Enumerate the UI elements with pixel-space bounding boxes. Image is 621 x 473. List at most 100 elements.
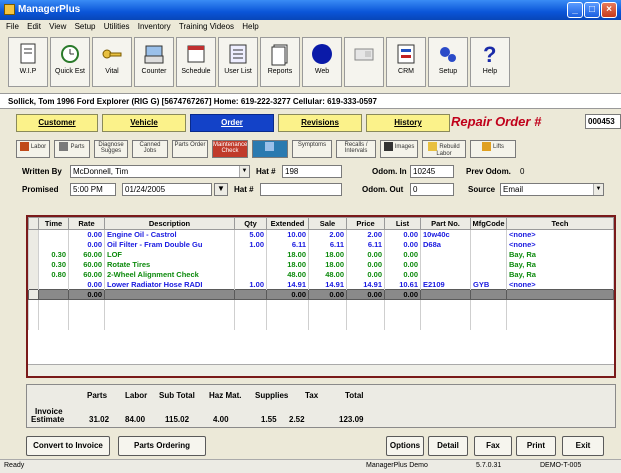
table-cell[interactable] <box>38 229 69 240</box>
counter-button[interactable]: Counter <box>134 37 174 87</box>
table-cell[interactable]: 0.00 <box>384 239 421 250</box>
table-cell[interactable]: Oil Filter - Fram Double Gu <box>104 239 235 250</box>
menu-training-videos[interactable]: Training Videos <box>179 22 234 31</box>
table-cell[interactable]: 0.00 <box>68 229 105 240</box>
empty-cell[interactable] <box>38 299 69 310</box>
table-cell[interactable]: 6.11 <box>266 239 309 250</box>
row-header-cell[interactable] <box>28 229 39 240</box>
empty-row[interactable] <box>28 299 614 310</box>
empty-cell[interactable] <box>470 319 507 330</box>
table-cell[interactable]: D68a <box>420 239 471 250</box>
table-cell[interactable] <box>470 259 507 270</box>
images-button[interactable]: Images <box>380 140 418 158</box>
col-qty[interactable]: Qty <box>234 217 267 230</box>
source-select[interactable]: Email ▼ <box>500 183 604 196</box>
col-sale[interactable]: Sale <box>308 217 347 230</box>
close-button[interactable]: × <box>601 2 617 18</box>
empty-cell[interactable] <box>234 299 267 310</box>
table-cell[interactable] <box>470 289 507 300</box>
tab-history[interactable]: History <box>366 114 450 132</box>
table-cell[interactable]: 0.00 <box>68 279 105 290</box>
table-cell[interactable]: 14.91 <box>266 279 309 290</box>
table-row[interactable]: 0.00 Oil Filter - Fram Double Gu 1.00 6.11 6… <box>28 239 614 250</box>
tab-revisions[interactable]: Revisions <box>278 114 362 132</box>
card-button[interactable] <box>344 37 384 87</box>
table-cell[interactable]: 0.00 <box>384 249 421 260</box>
table-cell[interactable]: 18.00 <box>266 259 309 270</box>
hat1-field[interactable]: 198 <box>282 165 342 178</box>
empty-cell[interactable] <box>308 319 347 330</box>
table-row[interactable]: 0.30 60.00 LOF 18.00 18.00 0.00 0.00 Bay, Ra <box>28 249 614 260</box>
menu-inventory[interactable]: Inventory <box>138 22 171 31</box>
crm-button[interactable]: CRM <box>386 37 426 87</box>
table-cell[interactable]: <none> <box>506 239 614 250</box>
empty-cell[interactable] <box>346 299 385 310</box>
table-cell[interactable] <box>420 259 471 270</box>
empty-cell[interactable] <box>420 299 471 310</box>
table-cell[interactable]: GYB <box>470 279 507 290</box>
empty-cell[interactable] <box>68 299 105 310</box>
empty-row[interactable] <box>28 309 614 320</box>
empty-cell[interactable] <box>470 309 507 320</box>
table-cell[interactable]: 2.00 <box>346 229 385 240</box>
empty-row[interactable] <box>28 319 614 330</box>
title-bar[interactable]: ManagerPlus _ □ × <box>0 0 621 20</box>
table-cell[interactable]: 48.00 <box>308 269 347 280</box>
empty-cell[interactable] <box>68 309 105 320</box>
row-header-cell[interactable] <box>28 269 39 280</box>
row-header-cell[interactable] <box>28 289 39 300</box>
table-cell[interactable] <box>38 279 69 290</box>
promised-time-field[interactable]: 5:00 PM <box>70 183 116 196</box>
help-button[interactable]: ? Help <box>470 37 510 87</box>
table-cell[interactable]: 0.00 <box>384 229 421 240</box>
menu-file[interactable]: File <box>6 22 19 31</box>
table-cell[interactable]: 10.61 <box>384 279 421 290</box>
user-list-button[interactable]: User List <box>218 37 258 87</box>
order-lines-grid[interactable]: Time Rate Description Qty Extended Sale … <box>26 215 616 378</box>
table-cell[interactable]: <none> <box>506 279 614 290</box>
col-time[interactable]: Time <box>38 217 69 230</box>
table-cell[interactable] <box>420 289 471 300</box>
table-cell[interactable] <box>470 249 507 260</box>
options-button[interactable]: Options <box>386 436 424 456</box>
empty-cell[interactable] <box>506 309 614 320</box>
col-price[interactable]: Price <box>346 217 385 230</box>
maintenance-check-button[interactable]: Maintenance Check <box>212 140 248 158</box>
table-cell[interactable]: 0.00 <box>266 289 309 300</box>
table-cell[interactable]: 60.00 <box>68 249 105 260</box>
rebuild-labor-button[interactable]: Rebuild Labor <box>422 140 466 158</box>
parts-button[interactable]: Parts <box>54 140 90 158</box>
table-cell[interactable]: 6.11 <box>308 239 347 250</box>
table-cell[interactable]: 0.80 <box>38 269 69 280</box>
tab-customer[interactable]: Customer <box>16 114 98 132</box>
table-cell[interactable]: E2109 <box>420 279 471 290</box>
table-cell[interactable]: 10w40c <box>420 229 471 240</box>
vital-button[interactable]: Vital <box>92 37 132 87</box>
symptoms-button[interactable]: Symptoms <box>292 140 332 158</box>
col-part-no[interactable]: Part No. <box>420 217 471 230</box>
empty-cell[interactable] <box>28 319 39 330</box>
date-picker-button[interactable]: ▼ <box>214 183 228 196</box>
empty-cell[interactable] <box>266 319 309 330</box>
empty-cell[interactable] <box>384 309 421 320</box>
table-cell[interactable]: 18.00 <box>308 259 347 270</box>
table-cell[interactable] <box>470 229 507 240</box>
table-cell[interactable] <box>234 249 267 260</box>
table-cell[interactable] <box>506 289 614 300</box>
empty-cell[interactable] <box>104 319 235 330</box>
parts-lookup-button[interactable] <box>252 140 288 158</box>
table-cell[interactable] <box>234 289 267 300</box>
table-cell[interactable]: 0.00 <box>384 289 421 300</box>
empty-cell[interactable] <box>234 319 267 330</box>
written-by-select[interactable]: McDonnell, Tim ▼ <box>70 165 250 178</box>
table-cell[interactable]: 0.00 <box>68 289 105 300</box>
promised-date-field[interactable]: 01/24/2005 <box>122 183 212 196</box>
empty-cell[interactable] <box>506 319 614 330</box>
table-cell[interactable] <box>420 249 471 260</box>
table-cell[interactable]: 5.00 <box>234 229 267 240</box>
print-button[interactable]: Print <box>516 436 556 456</box>
table-cell[interactable]: Lower Radiator Hose RADI <box>104 279 235 290</box>
row-header-cell[interactable] <box>28 279 39 290</box>
menu-view[interactable]: View <box>49 22 66 31</box>
table-cell[interactable]: 0.00 <box>346 269 385 280</box>
